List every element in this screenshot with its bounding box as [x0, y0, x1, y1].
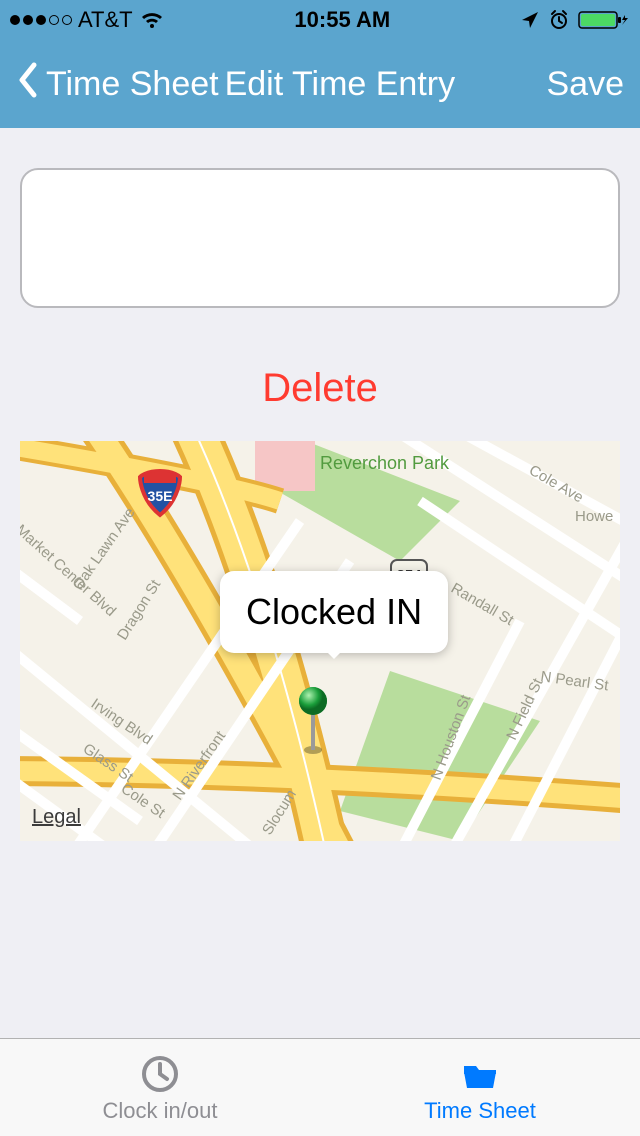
note-input[interactable]	[20, 168, 620, 308]
page-title: Edit Time Entry	[219, 65, 547, 104]
tab-label: Clock in/out	[103, 1098, 218, 1124]
delete-button[interactable]: Delete	[20, 366, 620, 411]
location-icon	[520, 10, 540, 30]
map-callout[interactable]: Clocked IN	[220, 571, 448, 653]
folder-icon	[458, 1052, 502, 1096]
clock-icon	[138, 1052, 182, 1096]
tab-bar: Clock in/out Time Sheet	[0, 1038, 640, 1136]
map-view[interactable]: Reverchon Park Cole Ave Howe Randall St …	[20, 441, 620, 841]
callout-text: Clocked IN	[246, 591, 422, 632]
wifi-icon	[139, 10, 165, 30]
svg-text:Reverchon Park: Reverchon Park	[320, 453, 450, 473]
tab-time-sheet[interactable]: Time Sheet	[320, 1039, 640, 1136]
carrier-label: AT&T	[78, 7, 133, 33]
battery-icon	[578, 9, 630, 31]
tab-label: Time Sheet	[424, 1098, 536, 1124]
map-pin-icon[interactable]	[296, 686, 330, 761]
back-label: Time Sheet	[46, 65, 219, 104]
svg-text:Howe: Howe	[575, 508, 613, 525]
content-area: Delete	[0, 128, 640, 1038]
back-button[interactable]: Time Sheet	[16, 61, 219, 108]
svg-text:35E: 35E	[148, 488, 173, 504]
status-left: AT&T	[10, 7, 165, 33]
status-right	[520, 9, 630, 31]
signal-strength-icon	[10, 15, 72, 25]
nav-bar: Time Sheet Edit Time Entry Save	[0, 40, 640, 128]
tab-clock-in-out[interactable]: Clock in/out	[0, 1039, 320, 1136]
map-legal-link[interactable]: Legal	[32, 806, 81, 829]
status-time: 10:55 AM	[294, 7, 390, 33]
status-bar: AT&T 10:55 AM	[0, 0, 640, 40]
save-button[interactable]: Save	[547, 65, 625, 104]
chevron-left-icon	[16, 61, 38, 108]
alarm-icon	[548, 9, 570, 31]
